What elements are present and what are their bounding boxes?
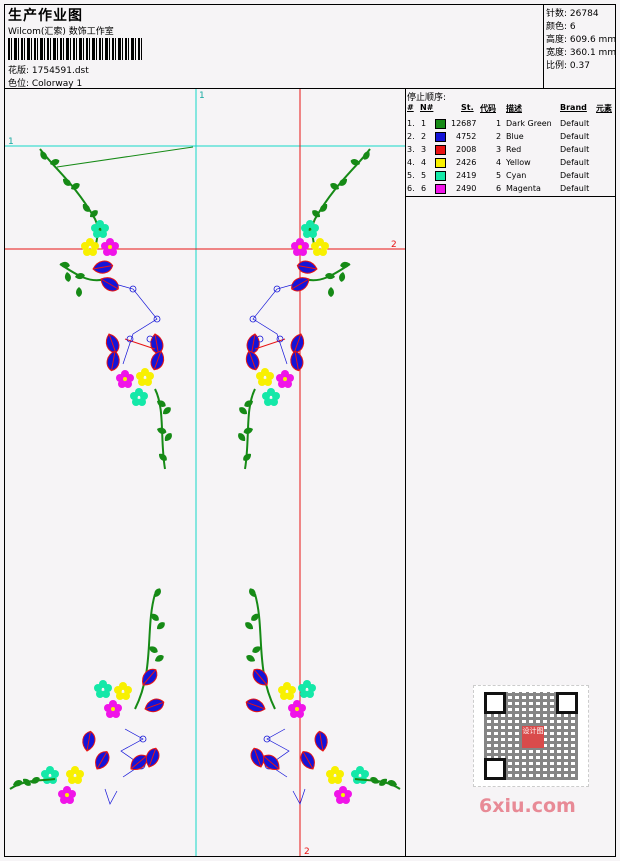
table-row: 6. 6 2490 6 Magenta Default [407, 184, 590, 194]
colorway: 色位: Colorway 1 [8, 79, 83, 89]
panel-divider [406, 196, 615, 197]
jump-stitch [56, 146, 194, 168]
motif-top-left [38, 149, 173, 469]
guide-label-red-h: 2 [391, 240, 397, 250]
col-header-desc: 描述 [506, 104, 522, 113]
color-swatch [435, 184, 446, 194]
col-header-brand: Brand [560, 103, 587, 112]
color-swatch [435, 132, 446, 142]
watermark-logo: 6xiu.com [479, 795, 576, 817]
stat-colors: 颜色: 6 [546, 22, 576, 32]
design-file: 花版: 1754591.dst [8, 66, 89, 76]
guide-label-cyan-h: 1 [8, 137, 14, 147]
color-swatch [435, 158, 446, 168]
qr-code: 设计图 [473, 685, 589, 787]
qr-logo: 设计图 [522, 726, 544, 748]
stop-sequence-title: 停止顺序: [407, 93, 447, 103]
col-header-st: St. [461, 103, 474, 112]
table-row: 3. 3 2008 3 Red Default [407, 145, 590, 155]
guide-label-red-v: 2 [304, 847, 310, 856]
table-row: 5. 5 2419 5 Cyan Default [407, 171, 590, 181]
guide-label-cyan-v: 1 [199, 91, 205, 101]
company-name: Wilcom(汇索) 数饰工作室 [8, 27, 114, 37]
motif-bottom-right [243, 587, 400, 804]
motif-top-right [236, 149, 371, 469]
col-header-n: N# [420, 103, 434, 112]
motif-bottom-left [10, 587, 167, 804]
design-canvas: 1 1 2 2 [5, 89, 406, 856]
table-row: 4. 4 2426 4 Yellow Default [407, 158, 590, 168]
stat-scale: 比例: 0.37 [546, 61, 590, 71]
col-header-num: # [407, 103, 414, 112]
stats-box: 针数: 26784 颜色: 6 高度: 609.6 mm 宽度: 360.1 m… [543, 5, 617, 89]
page-title: 生产作业图 [8, 8, 83, 24]
barcode [8, 38, 144, 60]
col-header-element: 元素 [596, 104, 612, 113]
embroidery-preview: 1 1 2 2 [5, 89, 405, 856]
stat-width: 宽度: 360.1 mm [546, 48, 617, 58]
header-info: 生产作业图 Wilcom(汇索) 数饰工作室 花版: 1754591.dst 色… [5, 5, 543, 89]
color-swatch [435, 119, 446, 129]
color-swatch [435, 171, 446, 181]
stat-stitches: 针数: 26784 [546, 9, 599, 19]
table-row: 1. 1 12687 1 Dark Green Default [407, 119, 590, 129]
stat-height: 高度: 609.6 mm [546, 35, 617, 45]
col-header-code: 代码 [480, 104, 496, 113]
table-row: 2. 2 4752 2 Blue Default [407, 132, 590, 142]
color-swatch [435, 145, 446, 155]
worksheet: 生产作业图 Wilcom(汇索) 数饰工作室 花版: 1754591.dst 色… [4, 4, 616, 857]
